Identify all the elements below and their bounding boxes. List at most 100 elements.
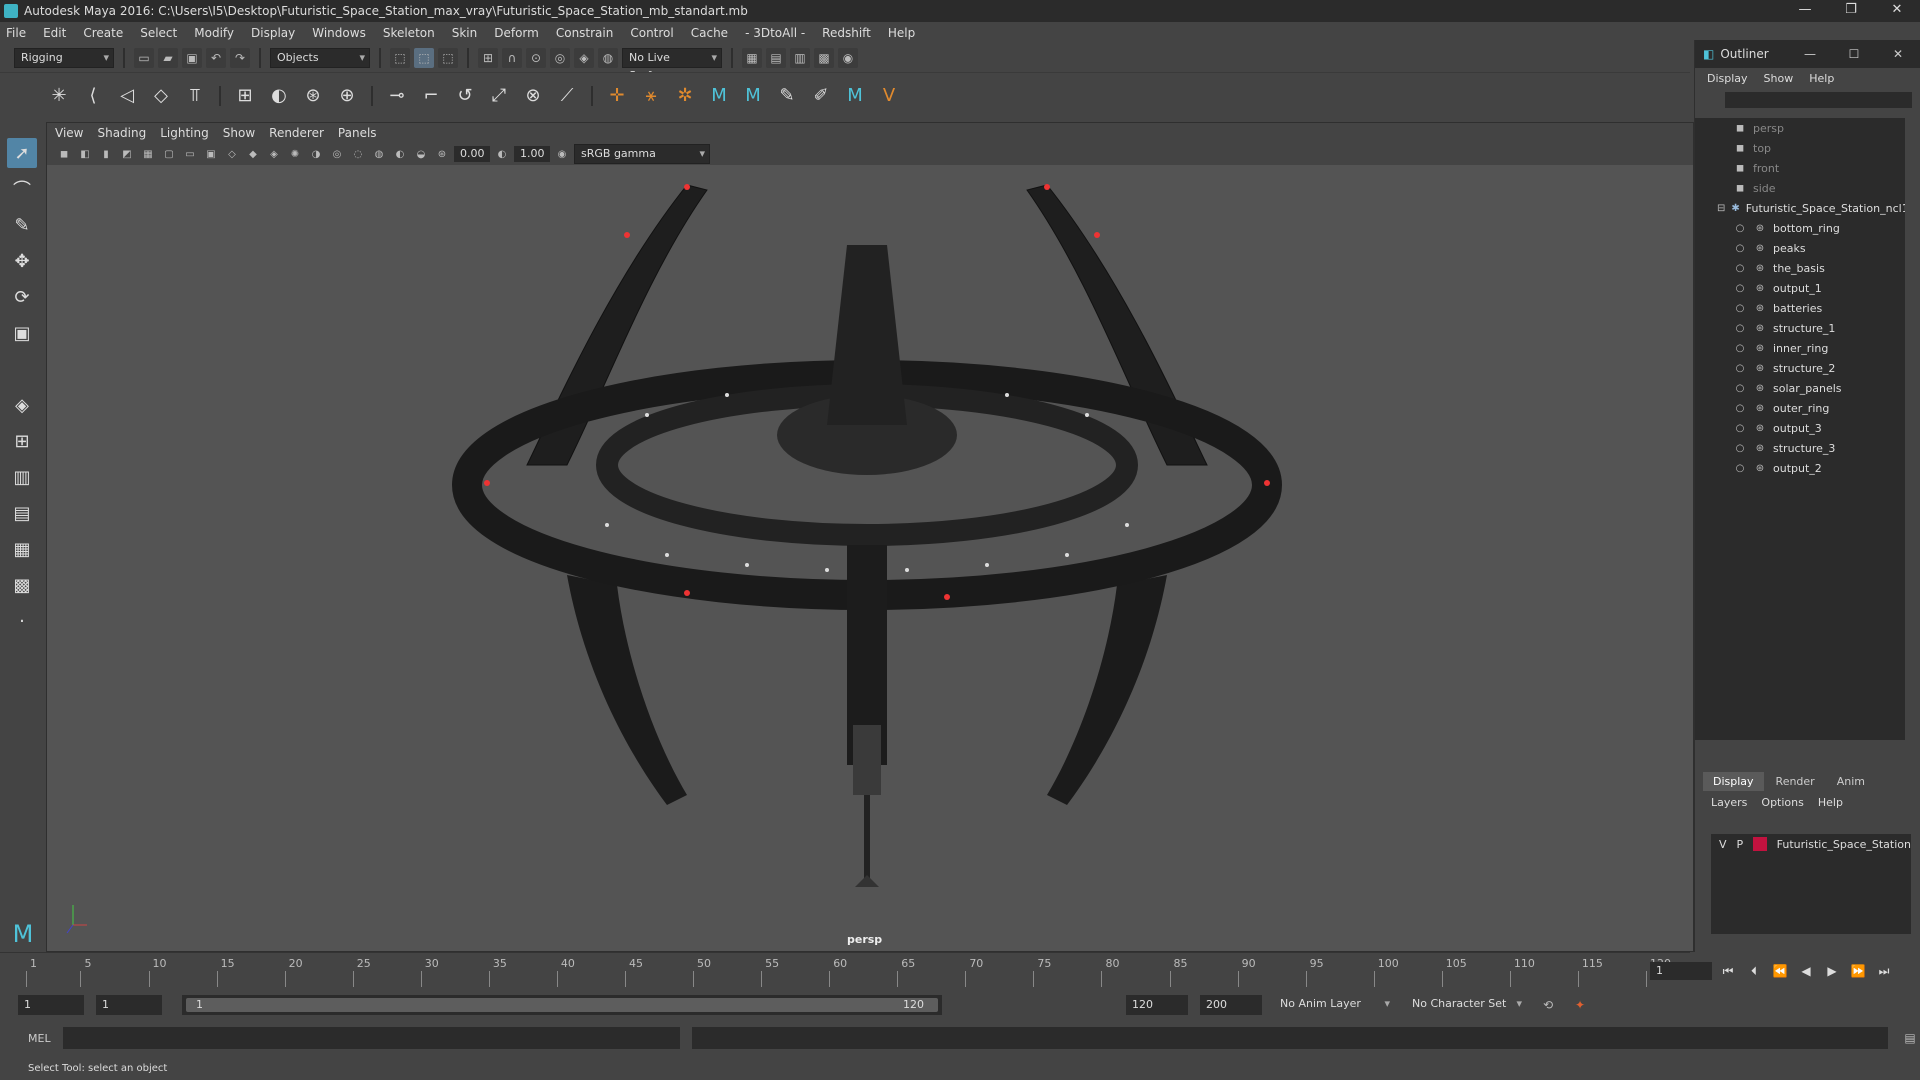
menu-7[interactable]: Skeleton: [383, 26, 435, 40]
outliner-maximize-icon[interactable]: ☐: [1832, 40, 1876, 68]
camera-select-icon[interactable]: ◼: [55, 145, 73, 163]
playback-start-field[interactable]: 1: [96, 995, 162, 1015]
current-frame-field[interactable]: 1: [1650, 962, 1712, 980]
bind-skin-icon[interactable]: ◇: [146, 81, 176, 111]
snap-view-icon[interactable]: ◎: [550, 48, 570, 68]
exposure-field[interactable]: 0.00: [454, 146, 490, 162]
snap-grid-icon[interactable]: ⊞: [478, 48, 498, 68]
snap-point-icon[interactable]: ⊙: [526, 48, 546, 68]
step-forward-key-icon[interactable]: ⏩: [1848, 961, 1868, 981]
viewport-menu-2[interactable]: Lighting: [160, 126, 209, 140]
outliner-tree[interactable]: ◼ persp ◼ top ◼ front ◼ side ⊟ ✱ Futuristic_Space_…: [1695, 118, 1905, 740]
menu-8[interactable]: Skin: [452, 26, 478, 40]
viewport-panel[interactable]: View Shading Lighting Show Renderer Panels ◼ …: [46, 122, 1694, 952]
time-ruler[interactable]: 1 5 10 15 20 25 30 35 40 45 50 55 60 65 70 75 80 85 90 95 10…: [26, 957, 1671, 987]
outliner-minimize-icon[interactable]: —: [1788, 40, 1832, 68]
outliner-mesh-row[interactable]: ○ ⊛ batteries: [1695, 298, 1905, 318]
outliner-mesh-row[interactable]: ○ ⊛ peaks: [1695, 238, 1905, 258]
grid-toggle-icon[interactable]: ▦: [139, 145, 157, 163]
menu-10[interactable]: Constrain: [556, 26, 614, 40]
auto-key-icon[interactable]: ⟲: [1538, 995, 1558, 1015]
outliner-mesh-row[interactable]: ○ ⊛ outer_ring: [1695, 398, 1905, 418]
snap-curve-icon[interactable]: ∩: [502, 48, 522, 68]
outliner-menu-0[interactable]: Display: [1707, 72, 1748, 85]
point-constraint-icon[interactable]: ⌐: [416, 81, 446, 111]
outliner-layout-icon[interactable]: ▤: [7, 498, 37, 528]
layer-tab-1[interactable]: Render: [1766, 772, 1825, 791]
viewport-menu-5[interactable]: Panels: [338, 126, 377, 140]
redo-icon[interactable]: ↷: [230, 48, 250, 68]
snap-live-icon[interactable]: ◍: [598, 48, 618, 68]
isolate-select-icon[interactable]: ◎: [328, 145, 346, 163]
select-object-icon[interactable]: ⬚: [414, 48, 434, 68]
character-set-dropdown[interactable]: No Character Set: [1406, 995, 1526, 1015]
rotate-tool-icon[interactable]: ⟳: [7, 282, 37, 312]
go-to-start-icon[interactable]: ⏮: [1718, 961, 1738, 981]
selection-mode-dropdown[interactable]: Objects: [270, 48, 370, 68]
layer-tab-2[interactable]: Anim: [1827, 772, 1875, 791]
four-view-icon[interactable]: ⊞: [7, 426, 37, 456]
layer-tab-0[interactable]: Display: [1703, 771, 1764, 791]
play-forward-icon[interactable]: ▶: [1822, 961, 1842, 981]
image-plane-icon[interactable]: ◩: [118, 145, 136, 163]
locator-icon[interactable]: ✛: [602, 81, 632, 111]
pole-vector-icon[interactable]: ⟋: [552, 81, 582, 111]
layer-playback-toggle[interactable]: P: [1737, 838, 1744, 851]
resolution-gate-icon[interactable]: ▭: [181, 145, 199, 163]
viewport-menu-1[interactable]: Shading: [97, 126, 146, 140]
outliner-mesh-row[interactable]: ○ ⊛ output_2: [1695, 458, 1905, 478]
bookmark-icon[interactable]: ▮: [97, 145, 115, 163]
preferences-icon[interactable]: ✦: [1570, 995, 1590, 1015]
scale-tool-icon[interactable]: ▣: [7, 318, 37, 348]
animation-end-field[interactable]: 200: [1200, 995, 1262, 1015]
minimize-icon[interactable]: —: [1782, 0, 1828, 22]
menu-13[interactable]: - 3DtoAll -: [745, 26, 805, 40]
viewport-menu-3[interactable]: Show: [223, 126, 255, 140]
hypershade-icon[interactable]: ▩: [814, 48, 834, 68]
command-language-label[interactable]: MEL: [28, 1032, 51, 1045]
outliner-search-input[interactable]: [1725, 92, 1912, 108]
gamma-field[interactable]: 1.00: [514, 146, 550, 162]
outliner-camera-row[interactable]: ◼ persp: [1695, 118, 1905, 138]
step-back-icon[interactable]: ⏴: [1744, 961, 1764, 981]
collapse-icon[interactable]: ⊟: [1717, 203, 1725, 214]
maya-logo-icon[interactable]: M: [840, 81, 870, 111]
select-component-icon[interactable]: ⬚: [438, 48, 458, 68]
color-management-icon[interactable]: ◉: [553, 145, 571, 163]
menu-12[interactable]: Cache: [691, 26, 728, 40]
hik-control-icon[interactable]: M: [738, 81, 768, 111]
shadows-icon[interactable]: ◑: [307, 145, 325, 163]
layer-visibility-toggle[interactable]: V: [1719, 838, 1727, 851]
menu-2[interactable]: Create: [83, 26, 123, 40]
outliner-camera-row[interactable]: ◼ front: [1695, 158, 1905, 178]
wireframe-icon[interactable]: ◇: [223, 145, 241, 163]
layer-color-swatch[interactable]: [1753, 837, 1767, 851]
anim-layer-dropdown[interactable]: No Anim Layer: [1274, 995, 1394, 1015]
play-back-icon[interactable]: ◀: [1796, 961, 1816, 981]
wire-icon[interactable]: ⊕: [332, 81, 362, 111]
menu-11[interactable]: Control: [630, 26, 673, 40]
single-view-icon[interactable]: ◈: [7, 390, 37, 420]
outliner-group-row[interactable]: ⊟ ✱ Futuristic_Space_Station_ncl1: [1695, 198, 1905, 218]
textured-icon[interactable]: ◈: [265, 145, 283, 163]
step-back-key-icon[interactable]: ⏪: [1770, 961, 1790, 981]
ipr-render-icon[interactable]: ▤: [766, 48, 786, 68]
ik-spline-icon[interactable]: ◁: [112, 81, 142, 111]
orient-constraint-icon[interactable]: ↺: [450, 81, 480, 111]
outliner-menu-1[interactable]: Show: [1764, 72, 1794, 85]
script-editor-icon[interactable]: ▤: [1900, 1028, 1920, 1048]
joint-tool-icon[interactable]: ✳: [44, 81, 74, 111]
color-space-dropdown[interactable]: sRGB gamma: [574, 144, 710, 164]
wrap-icon[interactable]: ⊛: [298, 81, 328, 111]
outliner-camera-row[interactable]: ◼ side: [1695, 178, 1905, 198]
lasso-tool-icon[interactable]: ⌒: [7, 174, 37, 204]
select-hierarchy-icon[interactable]: ⬚: [390, 48, 410, 68]
undo-icon[interactable]: ↶: [206, 48, 226, 68]
ik-fk-icon[interactable]: ⚹: [636, 81, 666, 111]
outliner-mesh-row[interactable]: ○ ⊛ inner_ring: [1695, 338, 1905, 358]
layer-menu-0[interactable]: Layers: [1711, 796, 1747, 809]
weight-tool-icon[interactable]: ✐: [806, 81, 836, 111]
save-scene-icon[interactable]: ▣: [182, 48, 202, 68]
hik-icon[interactable]: M: [704, 81, 734, 111]
antialias-icon[interactable]: ◒: [412, 145, 430, 163]
